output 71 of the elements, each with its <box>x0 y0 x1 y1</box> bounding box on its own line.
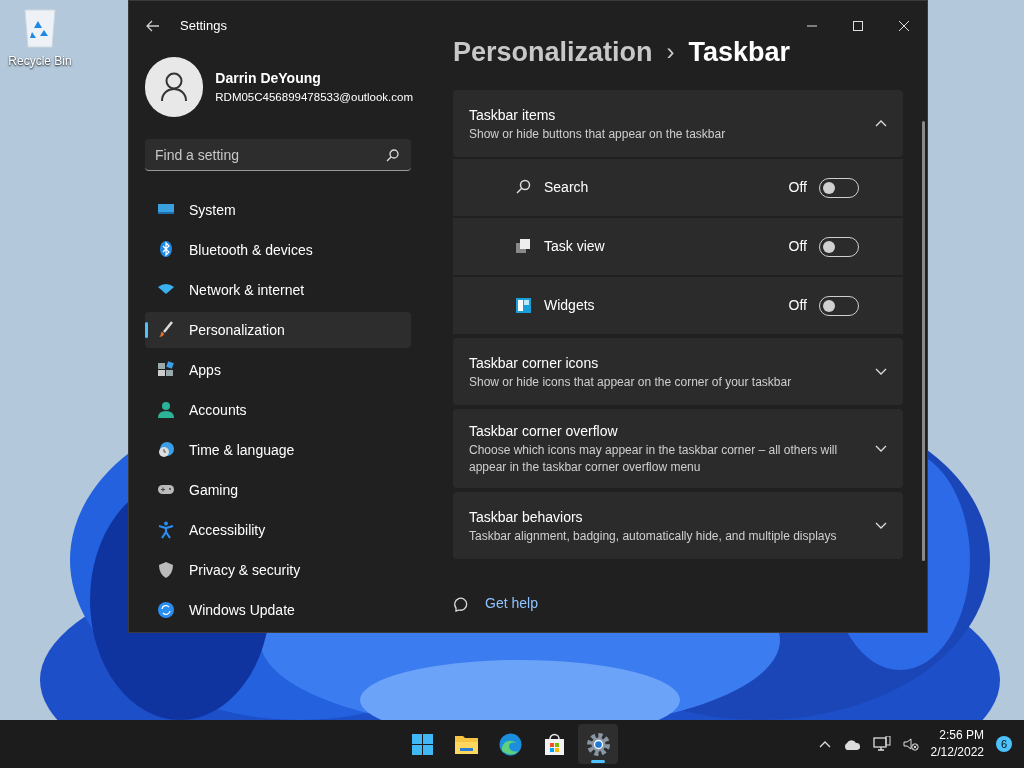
update-icon <box>157 601 175 619</box>
toggle-state-label: Off <box>788 296 807 315</box>
widgets-icon <box>515 297 532 314</box>
clock-time[interactable]: 2:56 PM <box>939 727 984 744</box>
clock-globe-icon <box>157 441 175 459</box>
clock-date[interactable]: 2/12/2022 <box>930 744 984 761</box>
apps-icon <box>157 361 175 379</box>
notification-badge[interactable]: 6 <box>996 736 1012 752</box>
setting-label: Task view <box>544 237 606 256</box>
paintbrush-icon <box>157 321 175 339</box>
chevron-down-icon[interactable] <box>875 368 887 375</box>
card-description: Show or hide buttons that appear on the taskbar <box>469 125 727 143</box>
get-help-link[interactable]: Get help <box>485 593 538 614</box>
card-description: Taskbar alignment, badging, automatically hide, and multiple displays <box>469 527 838 545</box>
nav-item[interactable]: Accounts <box>145 392 411 428</box>
back-icon[interactable] <box>146 20 160 32</box>
nav-item[interactable]: Network & internet <box>145 272 411 308</box>
network-icon[interactable] <box>872 736 891 752</box>
nav-item[interactable]: Personalization <box>145 312 411 348</box>
settings-card[interactable]: Taskbar behaviors Taskbar alignment, badging, automatically hide, and multiple displays <box>453 492 903 559</box>
chevron-down-icon[interactable] <box>875 445 887 452</box>
page-title: Taskbar <box>688 35 791 69</box>
settings-card[interactable]: Taskbar items Show or hide buttons that appear on the taskbar <box>453 90 903 157</box>
card-title: Taskbar items <box>469 105 557 125</box>
gear-icon <box>584 730 612 758</box>
toggle-state-label: Off <box>788 178 807 197</box>
maximize-icon <box>853 21 863 31</box>
nav-item[interactable]: Windows Update <box>145 592 411 628</box>
accessibility-icon <box>157 521 175 539</box>
cloud-icon[interactable] <box>842 738 861 750</box>
bluetooth-icon <box>157 241 175 259</box>
person-icon <box>157 401 175 419</box>
task-view-icon <box>515 238 532 255</box>
settings-card[interactable]: Taskbar corner icons Show or hide icons that appear on the corner of your taskbar <box>453 338 903 405</box>
chevron-up-icon[interactable] <box>818 740 831 748</box>
nav-item[interactable]: Bluetooth & devices <box>145 232 411 268</box>
window-title: Settings <box>180 17 227 36</box>
nav-item[interactable]: System <box>145 192 411 228</box>
breadcrumb-parent[interactable]: Personalization <box>453 31 653 73</box>
avatar <box>145 57 204 117</box>
toggle-state-label: Off <box>788 237 807 256</box>
volume-muted-icon[interactable] <box>902 737 919 751</box>
card-title: Taskbar behaviors <box>469 507 584 527</box>
search-icon <box>515 179 532 196</box>
running-indicator <box>591 760 605 763</box>
help-icon[interactable] <box>453 595 469 612</box>
profile-email: RDM05C456899478533@outlook.com <box>215 89 413 105</box>
nav-item[interactable]: Time & language <box>145 432 411 468</box>
recycle-bin-icon[interactable] <box>22 8 58 48</box>
card-description: Show or hide icons that appear on the corner of your taskbar <box>469 373 793 391</box>
nav-item[interactable]: Accessibility <box>145 512 411 548</box>
nav-item[interactable]: Gaming <box>145 472 411 508</box>
nav-item[interactable]: Apps <box>145 352 411 388</box>
card-title: Taskbar corner icons <box>469 353 600 373</box>
settings-card[interactable]: Taskbar corner overflow Choose which icons may appear in the taskbar corner – all others will appear in the taskbar corner overflow menu <box>453 409 903 488</box>
breadcrumb-separator: › <box>666 37 675 67</box>
selection-indicator <box>145 322 148 338</box>
chevron-up-icon[interactable] <box>875 120 887 127</box>
setting-label: Widgets <box>544 296 596 315</box>
chevron-down-icon[interactable] <box>875 522 887 529</box>
close-icon <box>899 21 909 31</box>
profile-name: Darrin DeYoung <box>215 68 322 88</box>
card-description: Choose which icons may appear in the taskbar corner – all others will appear in the taskbar corner overflow menu <box>469 442 839 476</box>
search-field[interactable]: Find a setting <box>145 139 411 171</box>
taskbar-app[interactable] <box>578 724 618 764</box>
setting-label: Search <box>544 178 590 197</box>
shield-icon <box>157 561 175 579</box>
search-icon[interactable] <box>386 149 399 162</box>
card-title: Taskbar corner overflow <box>469 422 619 441</box>
scrollbar[interactable] <box>922 121 925 561</box>
nav-item[interactable]: Privacy & security <box>145 552 411 588</box>
